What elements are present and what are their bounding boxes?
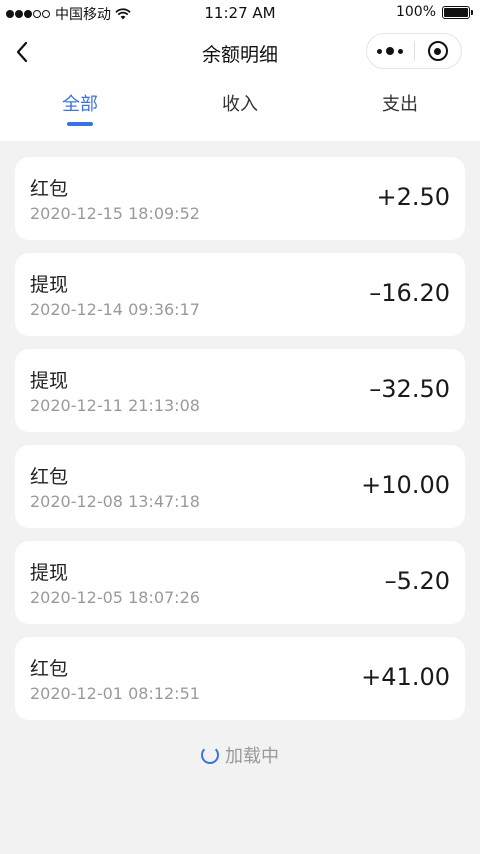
status-right: 100% xyxy=(395,4,473,20)
target-icon xyxy=(427,41,448,61)
tab-label: 收入 xyxy=(222,94,258,115)
tab-expense[interactable]: 支出 xyxy=(320,86,480,134)
more-button[interactable] xyxy=(367,34,414,68)
transaction-amount: +41.00 xyxy=(361,663,450,691)
list-item[interactable]: 红包 2020-12-01 08:12:51 +41.00 xyxy=(15,637,465,720)
transaction-type: 提现 xyxy=(30,562,69,584)
list-item[interactable]: 红包 2020-12-08 13:47:18 +10.00 xyxy=(15,445,465,528)
transaction-time: 2020-12-01 08:12:51 xyxy=(30,684,200,703)
transaction-amount: –5.20 xyxy=(384,567,450,595)
transaction-time: 2020-12-15 18:09:52 xyxy=(30,204,200,223)
close-mini-program-button[interactable] xyxy=(415,34,462,68)
header-area: 中国移动 11:27 AM 100% 余额明细 全部 收入 支出 xyxy=(0,0,480,141)
transaction-type: 提现 xyxy=(30,274,69,296)
more-dots-icon xyxy=(375,47,405,55)
transaction-amount: +2.50 xyxy=(376,183,450,211)
mini-program-capsule xyxy=(366,33,462,69)
transaction-time: 2020-12-05 18:07:26 xyxy=(30,588,200,607)
tab-label: 支出 xyxy=(382,94,418,115)
list-item[interactable]: 红包 2020-12-15 18:09:52 +2.50 xyxy=(15,157,465,240)
transaction-type: 红包 xyxy=(30,466,69,488)
transaction-time: 2020-12-08 13:47:18 xyxy=(30,492,200,511)
status-bar: 中国移动 11:27 AM 100% xyxy=(0,0,480,26)
filter-tabs: 全部 收入 支出 xyxy=(0,86,480,134)
transaction-type: 提现 xyxy=(30,370,69,392)
spinner-icon xyxy=(201,746,219,764)
transaction-type: 红包 xyxy=(30,178,69,200)
transaction-type: 红包 xyxy=(30,658,69,680)
transaction-list: 红包 2020-12-15 18:09:52 +2.50 提现 2020-12-… xyxy=(15,157,465,733)
tab-income[interactable]: 收入 xyxy=(160,86,320,134)
transaction-time: 2020-12-14 09:36:17 xyxy=(30,300,200,319)
list-item[interactable]: 提现 2020-12-05 18:07:26 –5.20 xyxy=(15,541,465,624)
list-item[interactable]: 提现 2020-12-11 21:13:08 –32.50 xyxy=(15,349,465,432)
battery-icon xyxy=(442,5,473,19)
nav-bar: 余额明细 xyxy=(0,26,480,78)
loading-text: 加载中 xyxy=(225,746,279,767)
transaction-amount: +10.00 xyxy=(361,471,450,499)
transaction-amount: –16.20 xyxy=(369,279,450,307)
active-tab-indicator xyxy=(67,122,93,126)
tab-all[interactable]: 全部 xyxy=(0,86,160,134)
loading-indicator: 加载中 xyxy=(0,742,480,768)
tab-label: 全部 xyxy=(62,94,98,115)
transaction-time: 2020-12-11 21:13:08 xyxy=(30,396,200,415)
list-item[interactable]: 提现 2020-12-14 09:36:17 –16.20 xyxy=(15,253,465,336)
transaction-amount: –32.50 xyxy=(369,375,450,403)
battery-percent: 100% xyxy=(395,4,436,20)
